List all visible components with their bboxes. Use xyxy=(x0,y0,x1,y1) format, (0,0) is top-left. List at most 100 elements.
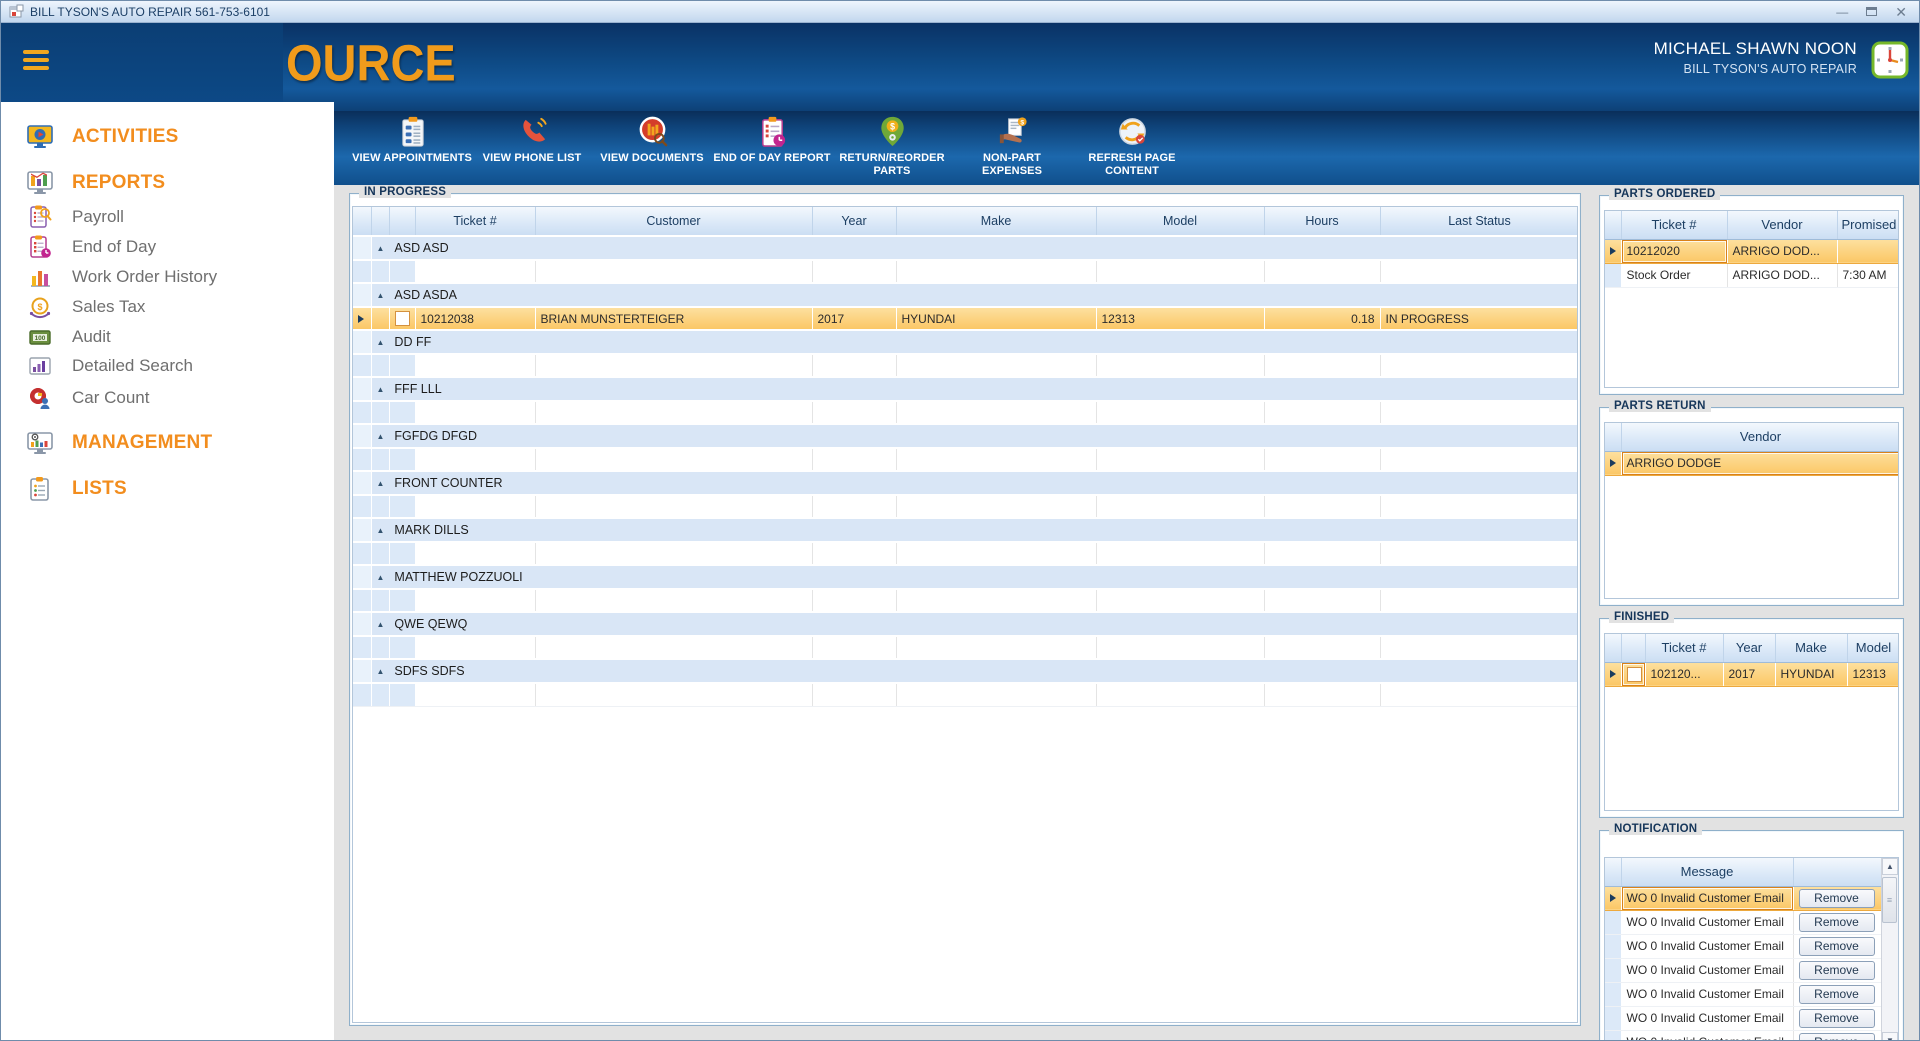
maximize-button[interactable] xyxy=(1866,7,1878,16)
collapse-icon[interactable]: ▲ xyxy=(377,526,385,535)
group-header-row[interactable]: ▲ QWE QEWQ xyxy=(353,611,1577,637)
column-header-make[interactable]: Make xyxy=(896,207,1097,237)
column-header-message[interactable]: Message xyxy=(1621,858,1794,887)
column-header-year[interactable]: Year xyxy=(812,207,897,237)
sidebar-item-activities[interactable]: ACTIVITIES xyxy=(25,122,179,152)
group-header-row[interactable]: ▲ FFF LLL xyxy=(353,376,1577,402)
time-clock-icon[interactable] xyxy=(1871,41,1909,79)
column-header-model[interactable]: Model xyxy=(1847,634,1898,663)
minimize-button[interactable]: — xyxy=(1836,6,1848,18)
sidebar-item-work-order-history[interactable]: Work Order History xyxy=(25,262,217,292)
collapse-icon[interactable]: ▲ xyxy=(377,573,385,582)
non-part-expenses-button[interactable]: $ NON-PART EXPENSES xyxy=(952,114,1072,182)
table-cell xyxy=(896,260,1097,284)
scrollbar-thumb[interactable]: ≡ xyxy=(1882,877,1897,923)
view-documents-button[interactable]: VIEW DOCUMENTS xyxy=(592,114,712,182)
sidebar-item-label: End of Day xyxy=(72,237,157,256)
sidebar-item-detailed-search[interactable]: Detailed Search xyxy=(25,351,193,381)
notification-row[interactable]: WO 0 Invalid Customer EmailRemove xyxy=(1605,982,1881,1007)
sidebar-item-reports[interactable]: REPORTS xyxy=(25,168,165,198)
group-header-row[interactable]: ▲ ASD ASDA xyxy=(353,282,1577,308)
collapse-icon[interactable]: ▲ xyxy=(377,667,385,676)
column-header-model[interactable]: Model xyxy=(1096,207,1265,237)
group-header-row[interactable]: ▲ MARK DILLS xyxy=(353,517,1577,543)
column-header-ticket-[interactable]: Ticket # xyxy=(415,207,536,237)
scroll-down-icon[interactable]: ▼ xyxy=(1882,1032,1898,1040)
close-button[interactable]: ✕ xyxy=(1895,5,1907,19)
group-header-row[interactable]: ▲ DD FF xyxy=(353,329,1577,355)
view-phone-list-button[interactable]: VIEW PHONE LIST xyxy=(472,114,592,182)
finished-row[interactable]: 102120... 2017 HYUNDAI 12313 xyxy=(1605,661,1898,687)
hamburger-menu-icon[interactable] xyxy=(23,50,49,74)
sidebar-item-end-of-day[interactable]: End of Day xyxy=(25,232,156,262)
collapse-icon[interactable]: ▲ xyxy=(377,291,385,300)
scroll-up-icon[interactable]: ▲ xyxy=(1882,858,1898,875)
group-header-row[interactable]: ▲ SDFS SDFS xyxy=(353,658,1577,684)
refresh-page-content-button[interactable]: REFRESH PAGE CONTENT xyxy=(1072,114,1192,182)
remove-button[interactable]: Remove xyxy=(1798,960,1875,980)
table-cell xyxy=(535,683,813,707)
column-header-customer[interactable]: Customer xyxy=(535,207,813,237)
notification-row[interactable]: WO 0 Invalid Customer EmailRemove xyxy=(1605,910,1881,935)
remove-button[interactable]: Remove xyxy=(1798,1032,1875,1040)
sidebar-item-management[interactable]: MANAGEMENT xyxy=(25,428,212,458)
work-order-row[interactable]: 10212038 BRIAN MUNSTERTEIGER 2017 HYUNDAI 12… xyxy=(353,306,1577,331)
table-cell xyxy=(415,683,536,707)
cell-make: HYUNDAI xyxy=(1775,661,1848,687)
end-of-day-report-button[interactable]: END OF DAY REPORT xyxy=(712,114,832,182)
column-header-vendor[interactable]: Vendor xyxy=(1621,423,1898,452)
group-header-row[interactable]: ▲ ASD ASD xyxy=(353,235,1577,261)
notification-row[interactable]: WO 0 Invalid Customer EmailRemove xyxy=(1605,885,1881,911)
refresh-page-content-icon xyxy=(1118,118,1146,145)
scrollbar-track[interactable]: ≡ xyxy=(1882,875,1898,1032)
collapse-icon[interactable]: ▲ xyxy=(377,479,385,488)
view-appointments-button[interactable]: VIEW APPOINTMENTS xyxy=(352,114,472,182)
notification-row[interactable]: WO 0 Invalid Customer EmailRemove xyxy=(1605,958,1881,983)
group-indicator-cell xyxy=(353,423,372,449)
table-cell xyxy=(896,448,1097,472)
notification-row[interactable]: WO 0 Invalid Customer EmailRemove xyxy=(1605,934,1881,959)
collapse-icon[interactable]: ▲ xyxy=(377,385,385,394)
remove-button[interactable]: Remove xyxy=(1798,1008,1875,1028)
toolbar-button-label: VIEW APPOINTMENTS xyxy=(352,152,472,164)
cell-customer: BRIAN MUNSTERTEIGER xyxy=(535,306,813,331)
column-header-last-status[interactable]: Last Status xyxy=(1380,207,1577,237)
column-header-year[interactable]: Year xyxy=(1723,634,1776,663)
sidebar-item-audit[interactable]: 100 Audit xyxy=(25,322,111,352)
column-header-ticket-[interactable]: Ticket # xyxy=(1621,211,1728,240)
column-header-make[interactable]: Make xyxy=(1775,634,1848,663)
column-header-hours[interactable]: Hours xyxy=(1264,207,1381,237)
collapse-icon[interactable]: ▲ xyxy=(377,432,385,441)
return-reorder-parts-button[interactable]: $ RETURN/REORDER PARTS xyxy=(832,114,952,182)
group-header-row[interactable]: ▲ MATTHEW POZZUOLI xyxy=(353,564,1577,590)
column-header-ticket-[interactable]: Ticket # xyxy=(1645,634,1724,663)
remove-button[interactable]: Remove xyxy=(1798,888,1875,908)
table-cell xyxy=(1096,683,1265,707)
sidebar-item-label: Sales Tax xyxy=(72,297,146,316)
group-header-row[interactable]: ▲ FRONT COUNTER xyxy=(353,470,1577,496)
remove-button[interactable]: Remove xyxy=(1798,936,1875,956)
parts-ordered-row[interactable]: Stock Order ARRIGO DOD... 7:30 AM xyxy=(1605,263,1898,288)
collapse-icon[interactable]: ▲ xyxy=(377,338,385,347)
sidebar-item-lists[interactable]: LISTS xyxy=(25,474,127,504)
sidebar-item-car-count[interactable]: Car Count xyxy=(25,383,149,413)
column-header-vendor[interactable]: Vendor xyxy=(1727,211,1838,240)
row-indicator-cell xyxy=(1605,910,1622,935)
row-checkbox-cell xyxy=(389,401,416,425)
sidebar-item-sales-tax[interactable]: $ Sales Tax xyxy=(25,292,145,322)
table-cell xyxy=(812,448,897,472)
sidebar-item-payroll[interactable]: Payroll xyxy=(25,202,124,232)
remove-button[interactable]: Remove xyxy=(1798,912,1875,932)
notification-scrollbar[interactable]: ▲ ≡ ▼ xyxy=(1881,858,1898,1040)
row-checkbox[interactable] xyxy=(1626,666,1642,682)
group-header-row[interactable]: ▲ FGFDG DFGD xyxy=(353,423,1577,449)
notification-row[interactable]: WO 0 Invalid Customer EmailRemove xyxy=(1605,1006,1881,1031)
remove-button[interactable]: Remove xyxy=(1798,984,1875,1004)
collapse-icon[interactable]: ▲ xyxy=(377,620,385,629)
collapse-icon[interactable]: ▲ xyxy=(377,244,385,253)
parts-ordered-row[interactable]: 10212020 ARRIGO DOD... xyxy=(1605,238,1898,264)
notification-row[interactable]: WO 0 Invalid Customer EmailRemove xyxy=(1605,1030,1881,1040)
column-header-promised-t-[interactable]: Promised T... xyxy=(1837,211,1898,240)
parts-return-row[interactable]: ARRIGO DODGE xyxy=(1605,450,1898,476)
row-checkbox[interactable] xyxy=(394,311,410,326)
